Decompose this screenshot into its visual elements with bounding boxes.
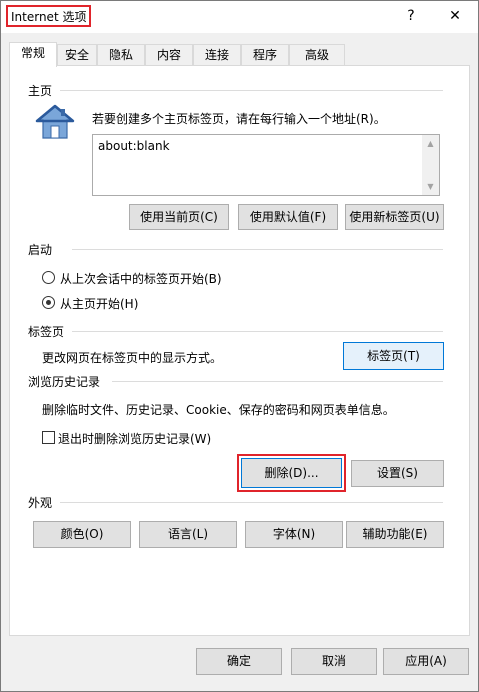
scroll-down-arrow-icon[interactable]: ▼ [422,178,439,195]
history-description: 删除临时文件、历史记录、Cookie、保存的密码和网页表单信息。 [42,403,395,417]
appearance-group-label: 外观 [28,496,53,510]
tabs-group-label: 标签页 [28,325,65,339]
help-button[interactable]: ? [399,5,423,27]
startup-group-label: 启动 [28,243,53,257]
apply-button[interactable]: 应用(A) [383,648,469,675]
title-bar: Internet 选项 ? ✕ [1,1,478,33]
startup-homepage-label[interactable]: 从主页开始(H) [60,295,138,312]
use-new-tab-button[interactable]: 使用新标签页(U) [345,204,444,230]
languages-button[interactable]: 语言(L) [139,521,237,548]
history-divider [112,381,443,382]
tab-general[interactable]: 常规 [9,42,57,67]
appearance-divider [60,502,443,503]
fonts-button[interactable]: 字体(N) [245,521,343,548]
tab-content[interactable]: 内容 [145,44,193,66]
tab-connections[interactable]: 连接 [193,44,241,66]
homepage-divider [60,90,443,91]
history-settings-button[interactable]: 设置(S) [351,460,444,487]
homepage-address-scrollbar[interactable]: ▲ ▼ [422,135,439,195]
tab-security[interactable]: 安全 [57,44,97,66]
window-title: Internet 选项 [6,5,92,27]
use-current-button[interactable]: 使用当前页(C) [129,204,229,230]
colors-button[interactable]: 颜色(O) [33,521,131,548]
homepage-instruction: 若要创建多个主页标签页，请在每行输入一个地址(R)。 [92,112,386,126]
internet-options-dialog: Internet 选项 ? ✕ 常规 安全 隐私 内容 连接 程序 高级 主页 … [0,0,479,692]
homepage-address-input[interactable]: about:blank ▲ ▼ [92,134,440,196]
delete-history-button[interactable]: 删除(D)... [241,458,342,488]
close-button[interactable]: ✕ [443,5,467,27]
history-group-label: 浏览历史记录 [28,375,101,389]
tabs-settings-button[interactable]: 标签页(T) [343,342,444,370]
tabs-description: 更改网页在标签页中的显示方式。 [42,351,223,365]
home-icon [35,104,75,139]
tab-privacy[interactable]: 隐私 [97,44,145,66]
delete-on-exit-checkbox[interactable] [42,431,55,444]
tabs-divider [72,331,443,332]
general-tab-panel: 主页 若要创建多个主页标签页，请在每行输入一个地址(R)。 about:blan… [9,65,470,636]
scroll-up-arrow-icon[interactable]: ▲ [422,135,439,152]
startup-last-session-label[interactable]: 从上次会话中的标签页开始(B) [60,270,222,287]
homepage-group-label: 主页 [28,84,53,98]
ok-button[interactable]: 确定 [196,648,282,675]
startup-homepage-radio[interactable] [42,296,55,309]
tab-advanced[interactable]: 高级 [289,44,345,66]
cancel-button[interactable]: 取消 [291,648,377,675]
homepage-address-value: about:blank [98,139,170,153]
startup-divider [72,249,443,250]
tab-programs[interactable]: 程序 [241,44,289,66]
accessibility-button[interactable]: 辅助功能(E) [346,521,444,548]
use-default-button[interactable]: 使用默认值(F) [238,204,338,230]
startup-last-session-radio[interactable] [42,271,55,284]
delete-on-exit-label[interactable]: 退出时删除浏览历史记录(W) [58,430,211,447]
